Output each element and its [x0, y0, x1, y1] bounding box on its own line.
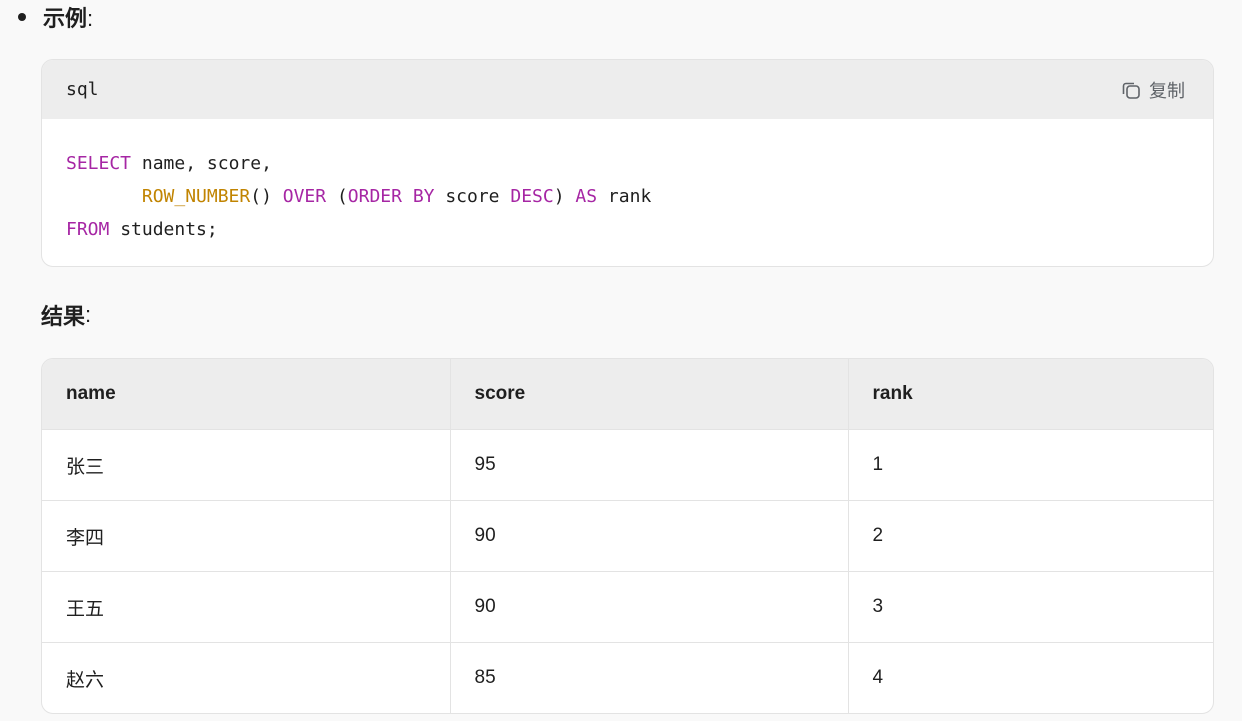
code-keyword: FROM — [66, 219, 110, 240]
code-text: score — [434, 186, 511, 207]
table-header-row: name score rank — [42, 359, 1213, 430]
code-text: ( — [326, 186, 348, 207]
cell-rank: 3 — [848, 571, 1213, 643]
code-keyword: DESC — [510, 186, 554, 207]
example-heading-label: 示例 — [43, 6, 88, 31]
code-keyword: AS — [575, 186, 598, 207]
cell-score: 90 — [450, 571, 849, 643]
code-function: ROW_NUMBER — [141, 186, 251, 207]
table-row: 王五 90 3 — [42, 571, 1213, 643]
code-text: () — [250, 186, 283, 207]
copy-icon — [1121, 80, 1141, 100]
cell-rank: 1 — [848, 429, 1213, 501]
cell-rank: 2 — [848, 500, 1213, 572]
code-keyword: OVER — [282, 186, 327, 207]
code-line: FROM students; — [66, 213, 1189, 246]
code-language-label: sql — [66, 79, 99, 100]
code-text: students; — [109, 219, 218, 240]
result-heading: 结果: — [41, 298, 91, 332]
code-keyword: ORDER BY — [347, 186, 435, 207]
cell-name: 张三 — [42, 429, 451, 501]
cell-name: 王五 — [42, 571, 451, 643]
chat-response-content: 示例: sql 复制 SELECT name, score, ROW_NUMBE… — [0, 0, 1242, 721]
table-row: 李四 90 2 — [42, 500, 1213, 572]
table-row: 张三 95 1 — [42, 429, 1213, 501]
table-row: 赵六 85 4 — [42, 642, 1213, 713]
cell-name: 李四 — [42, 500, 451, 572]
cell-rank: 4 — [848, 642, 1213, 713]
code-line: ROW_NUMBER() OVER (ORDER BY score DESC) … — [66, 180, 1189, 213]
code-keyword: SELECT — [66, 153, 132, 174]
code-block-header: sql 复制 — [42, 60, 1213, 119]
code-line: SELECT name, score, — [66, 147, 1189, 180]
cell-name: 赵六 — [42, 642, 451, 713]
result-heading-colon: : — [85, 302, 92, 327]
result-heading-label: 结果 — [41, 304, 86, 329]
example-heading: 示例: — [43, 1, 93, 33]
column-header-name: name — [42, 359, 451, 430]
copy-code-button[interactable]: 复制 — [1121, 77, 1185, 103]
result-table: name score rank 张三 95 1 李四 90 2 王五 90 3 … — [41, 358, 1214, 714]
code-block: sql 复制 SELECT name, score, ROW_NUMBER() … — [41, 59, 1214, 267]
code-text: rank — [597, 186, 652, 207]
code-content: SELECT name, score, ROW_NUMBER() OVER (O… — [42, 119, 1213, 246]
code-text: name, score, — [131, 153, 272, 174]
cell-score: 90 — [450, 500, 849, 572]
column-header-score: score — [450, 359, 849, 430]
example-heading-colon: : — [87, 6, 94, 31]
cell-score: 85 — [450, 642, 849, 713]
cell-score: 95 — [450, 429, 849, 501]
code-text: ) — [553, 186, 576, 207]
copy-button-label: 复制 — [1149, 80, 1185, 101]
bullet-dot-icon — [18, 13, 26, 21]
column-header-rank: rank — [848, 359, 1213, 430]
example-bullet: 示例: — [16, 0, 93, 34]
